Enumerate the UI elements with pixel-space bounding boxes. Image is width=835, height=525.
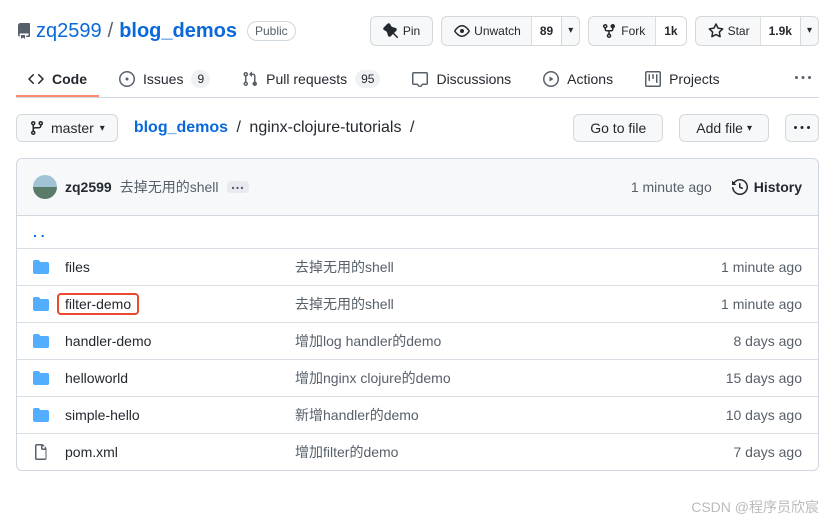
- issues-count: 9: [191, 70, 210, 88]
- file-commit-message[interactable]: 去掉无用的shell: [295, 257, 721, 277]
- fork-icon: [601, 23, 617, 39]
- repo-tabs: Code Issues 9 Pull requests 95 Discussio…: [16, 62, 819, 98]
- folder-icon: [33, 370, 49, 386]
- breadcrumb-root[interactable]: blog_demos: [134, 119, 228, 136]
- latest-commit-bar: zq2599 去掉无用的shell … 1 minute ago History: [17, 159, 818, 216]
- pulls-count: 95: [355, 70, 380, 88]
- discussion-icon: [412, 71, 428, 87]
- code-icon: [28, 71, 44, 87]
- unwatch-button[interactable]: Unwatch 89: [441, 16, 562, 46]
- pin-icon: [383, 23, 399, 39]
- visibility-badge: Public: [247, 21, 296, 41]
- project-icon: [645, 71, 661, 87]
- tab-pulls[interactable]: Pull requests 95: [230, 62, 392, 98]
- file-commit-message[interactable]: 去掉无用的shell: [295, 294, 721, 314]
- star-count: 1.9k: [760, 17, 800, 45]
- file-commit-age: 7 days ago: [734, 444, 803, 460]
- breadcrumb: blog_demos / nginx-clojure-tutorials /: [134, 119, 419, 137]
- folder-icon: [33, 333, 49, 349]
- tab-discussions[interactable]: Discussions: [400, 63, 523, 97]
- pr-icon: [242, 71, 258, 87]
- tab-issues[interactable]: Issues 9: [107, 62, 222, 98]
- file-icon: [33, 444, 49, 460]
- file-commit-age: 1 minute ago: [721, 259, 802, 275]
- star-icon: [708, 23, 724, 39]
- history-icon: [732, 179, 748, 195]
- tab-actions[interactable]: Actions: [531, 63, 625, 97]
- file-commit-message[interactable]: 增加filter的demo: [295, 442, 734, 462]
- file-name-link[interactable]: files: [65, 259, 90, 275]
- folder-icon: [33, 407, 49, 423]
- file-name-link[interactable]: pom.xml: [65, 444, 118, 460]
- file-row: files 去掉无用的shell1 minute ago: [17, 249, 818, 286]
- play-icon: [543, 71, 559, 87]
- file-row: pom.xml 增加filter的demo7 days ago: [17, 434, 818, 470]
- issue-icon: [119, 71, 135, 87]
- file-name-link[interactable]: handler-demo: [65, 333, 151, 349]
- folder-icon: [33, 296, 49, 312]
- file-commit-age: 10 days ago: [726, 407, 802, 423]
- kebab-icon: [795, 70, 811, 86]
- watermark: CSDN @程序员欣宸: [691, 497, 819, 517]
- repo-icon: [16, 23, 32, 39]
- file-commit-age: 8 days ago: [734, 333, 803, 349]
- file-row: handler-demo 增加log handler的demo8 days ago: [17, 323, 818, 360]
- parent-dir-link[interactable]: . .: [17, 216, 818, 249]
- file-commit-message[interactable]: 增加log handler的demo: [295, 331, 734, 351]
- file-row: filter-demo 去掉无用的shell1 minute ago: [17, 286, 818, 323]
- folder-icon: [33, 259, 49, 275]
- fork-button[interactable]: Fork 1k: [588, 16, 686, 46]
- pin-button[interactable]: Pin: [370, 16, 433, 46]
- tab-projects[interactable]: Projects: [633, 63, 732, 97]
- commit-author[interactable]: zq2599: [65, 179, 112, 195]
- file-commit-age: 15 days ago: [726, 370, 802, 386]
- add-file-button[interactable]: Add file ▾: [679, 114, 769, 142]
- kebab-icon: [794, 120, 810, 136]
- file-row: simple-hello 新增handler的demo10 days ago: [17, 397, 818, 434]
- eye-icon: [454, 23, 470, 39]
- branch-icon: [29, 120, 45, 136]
- avatar[interactable]: [33, 175, 57, 199]
- commit-message[interactable]: 去掉无用的shell: [120, 177, 219, 197]
- expand-commit[interactable]: …: [227, 181, 249, 193]
- file-name-link[interactable]: helloworld: [65, 370, 128, 386]
- more-actions-button[interactable]: [785, 114, 819, 142]
- breadcrumb-current: nginx-clojure-tutorials: [249, 119, 401, 136]
- repo-link[interactable]: blog_demos: [119, 20, 237, 43]
- star-button[interactable]: Star 1.9k: [695, 16, 801, 46]
- unwatch-caret[interactable]: ▾: [562, 16, 580, 46]
- file-commit-message[interactable]: 增加nginx clojure的demo: [295, 368, 726, 388]
- file-row: helloworld 增加nginx clojure的demo15 days ag…: [17, 360, 818, 397]
- file-listing: zq2599 去掉无用的shell … 1 minute ago History…: [16, 158, 819, 471]
- owner-link[interactable]: zq2599: [36, 20, 102, 43]
- goto-file-button[interactable]: Go to file: [573, 114, 663, 142]
- file-commit-message[interactable]: 新增handler的demo: [295, 405, 726, 425]
- tab-code[interactable]: Code: [16, 63, 99, 97]
- file-commit-age: 1 minute ago: [721, 296, 802, 312]
- commit-age: 1 minute ago: [631, 179, 712, 195]
- file-name-link[interactable]: simple-hello: [65, 407, 140, 423]
- file-name-link[interactable]: filter-demo: [65, 296, 131, 312]
- branch-select[interactable]: master ▾: [16, 114, 118, 142]
- tabs-more[interactable]: [787, 62, 819, 97]
- highlight-annotation: filter-demo: [57, 293, 139, 315]
- watch-count: 89: [531, 17, 561, 45]
- history-link[interactable]: History: [732, 179, 802, 195]
- star-caret[interactable]: ▾: [801, 16, 819, 46]
- repo-path: zq2599 / blog_demos Public: [16, 20, 362, 43]
- path-sep: /: [108, 20, 114, 43]
- fork-count: 1k: [655, 17, 685, 45]
